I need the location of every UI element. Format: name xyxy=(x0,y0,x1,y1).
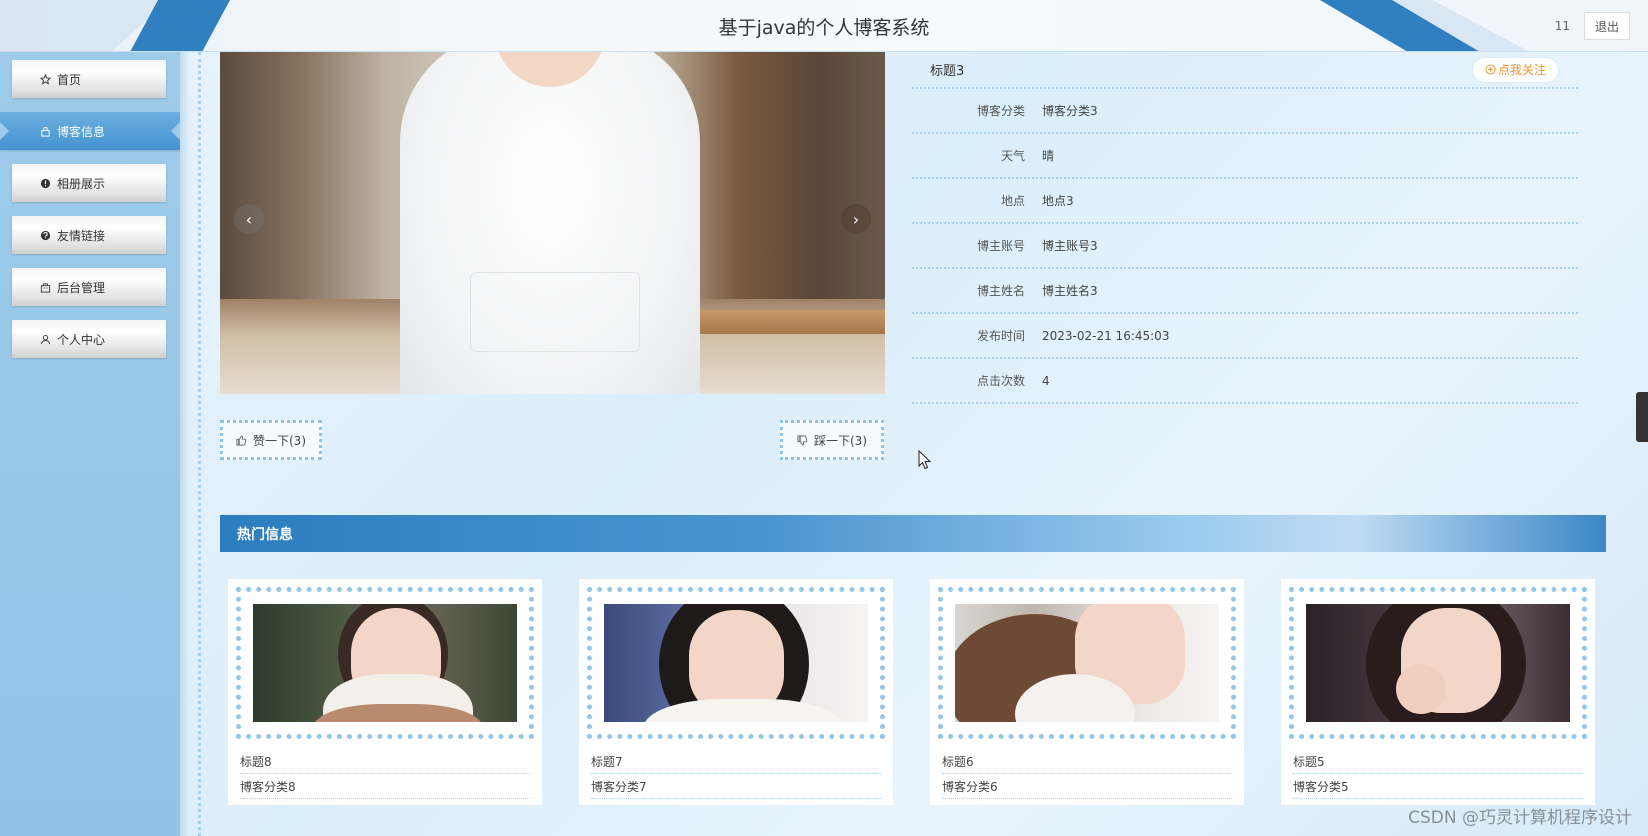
card-title: 标题5 xyxy=(1293,750,1583,774)
carousel-next-button[interactable]: › xyxy=(841,204,871,234)
like-count-label: 赞一下(3) xyxy=(253,433,306,448)
hot-card[interactable]: 标题6 博客分类6 xyxy=(930,579,1244,805)
hot-section-title: 热门信息 xyxy=(237,526,293,543)
blog-detail-panel: 标题3 点我关注 博客分类 博客分类3 天气 晴 地点 地点3 博主账号 博主账… xyxy=(912,52,1578,404)
hot-card[interactable]: 标题7 博客分类7 xyxy=(579,579,893,805)
card-category: 博客分类6 xyxy=(942,775,1232,799)
chevron-left-icon: ‹ xyxy=(245,209,253,229)
carousel-prev-button[interactable]: ‹ xyxy=(234,204,264,234)
header: 基于java的个人博客系统 11 退出 xyxy=(0,0,1648,52)
like-button[interactable]: 赞一下(3) xyxy=(220,420,322,460)
follow-label: 点我关注 xyxy=(1497,63,1546,77)
watermark: CSDN @巧灵计算机程序设计 xyxy=(1408,808,1632,828)
carousel-photo-neck xyxy=(495,52,605,87)
card-category: 博客分类8 xyxy=(240,775,530,799)
sidebar-item-profile[interactable]: 个人中心 xyxy=(12,320,166,358)
carousel-photo-subject xyxy=(400,52,700,394)
card-title: 标题6 xyxy=(942,750,1232,774)
side-drawer-tab[interactable] xyxy=(1636,392,1648,442)
detail-row-author-name: 博主姓名 博主姓名3 xyxy=(912,269,1578,314)
detail-title-row: 标题3 点我关注 xyxy=(912,52,1578,89)
detail-value: 2023-02-21 16:45:03 xyxy=(1042,328,1170,343)
sidebar-item-admin[interactable]: 后台管理 xyxy=(12,268,166,306)
card-title: 标题8 xyxy=(240,750,530,774)
building-icon xyxy=(38,282,52,293)
sidebar-item-label: 个人中心 xyxy=(57,332,106,347)
site-title: 基于java的个人博客系统 xyxy=(718,17,930,39)
sidebar-item-album[interactable]: 相册展示 xyxy=(12,164,166,202)
follow-button[interactable]: 点我关注 xyxy=(1472,57,1558,82)
detail-row-location: 地点 地点3 xyxy=(912,179,1578,224)
card-image xyxy=(955,604,1219,722)
sidebar-item-label: 相册展示 xyxy=(57,176,106,191)
card-image-frame xyxy=(587,587,885,739)
detail-row-weather: 天气 晴 xyxy=(912,134,1578,179)
detail-row-author-account: 博主账号 博主账号3 xyxy=(912,224,1578,269)
thumbs-up-icon xyxy=(236,434,247,445)
star-icon xyxy=(38,73,52,85)
detail-label: 博主姓名 xyxy=(976,284,1025,298)
detail-row-category: 博客分类 博客分类3 xyxy=(912,89,1578,134)
sidebar-item-label: 后台管理 xyxy=(57,280,106,295)
detail-label: 博主账号 xyxy=(976,239,1025,253)
card-title: 标题7 xyxy=(591,750,881,774)
logout-button[interactable]: 退出 xyxy=(1584,12,1630,40)
detail-label: 地点 xyxy=(1000,194,1025,208)
image-carousel[interactable]: ‹ › xyxy=(220,52,885,394)
detail-label: 点击次数 xyxy=(976,374,1025,388)
mouse-cursor-icon xyxy=(918,450,932,470)
sidebar-item-label: 首页 xyxy=(57,72,82,87)
detail-label: 天气 xyxy=(1000,149,1025,163)
detail-value: 博客分类3 xyxy=(1042,104,1098,118)
detail-label: 博客分类 xyxy=(976,104,1025,118)
blog-title: 标题3 xyxy=(930,64,965,79)
detail-value: 4 xyxy=(1042,373,1050,388)
sidebar-item-blog-info[interactable]: 博客信息 xyxy=(0,112,181,150)
photo-hands xyxy=(1396,664,1446,714)
lock-icon xyxy=(38,126,52,137)
sidebar: 首页 博客信息 相册展示 友情链接 后台管理 个人中心 xyxy=(0,52,190,836)
dislike-count-label: 踩一下(3) xyxy=(814,433,867,448)
detail-value: 博主姓名3 xyxy=(1042,284,1098,298)
thumbs-down-icon xyxy=(797,435,808,446)
carousel-photo-pocket xyxy=(470,272,640,352)
plus-circle-icon xyxy=(1485,64,1496,75)
detail-row-publish-time: 发布时间 2023-02-21 16:45:03 xyxy=(912,314,1578,359)
sidebar-item-links[interactable]: 友情链接 xyxy=(12,216,166,254)
hot-card[interactable]: 标题8 博客分类8 xyxy=(228,579,542,805)
content-divider xyxy=(198,52,201,836)
detail-label: 发布时间 xyxy=(976,329,1025,343)
detail-value: 地点3 xyxy=(1042,194,1074,208)
detail-value: 博主账号3 xyxy=(1042,239,1098,253)
card-image xyxy=(253,604,517,722)
dislike-button[interactable]: 踩一下(3) xyxy=(780,420,884,460)
detail-row-click-count: 点击次数 4 xyxy=(912,359,1578,404)
card-category: 博客分类7 xyxy=(591,775,881,799)
card-image-frame xyxy=(938,587,1236,739)
sidebar-item-home[interactable]: 首页 xyxy=(12,60,166,98)
chevron-right-icon: › xyxy=(852,209,860,229)
current-user[interactable]: 11 xyxy=(1555,19,1570,33)
hot-section-header: 热门信息 xyxy=(220,515,1606,552)
card-image-frame xyxy=(236,587,534,739)
user-icon xyxy=(38,334,52,345)
card-image xyxy=(1306,604,1570,722)
card-category: 博客分类5 xyxy=(1293,775,1583,799)
detail-value: 晴 xyxy=(1042,149,1055,163)
card-image xyxy=(604,604,868,722)
hot-card[interactable]: 标题5 博客分类5 xyxy=(1281,579,1595,805)
sidebar-item-label: 博客信息 xyxy=(57,124,106,139)
sidebar-item-label: 友情链接 xyxy=(57,228,106,243)
card-image-frame xyxy=(1289,587,1587,739)
exclamation-icon xyxy=(38,178,52,189)
question-icon xyxy=(38,230,52,241)
